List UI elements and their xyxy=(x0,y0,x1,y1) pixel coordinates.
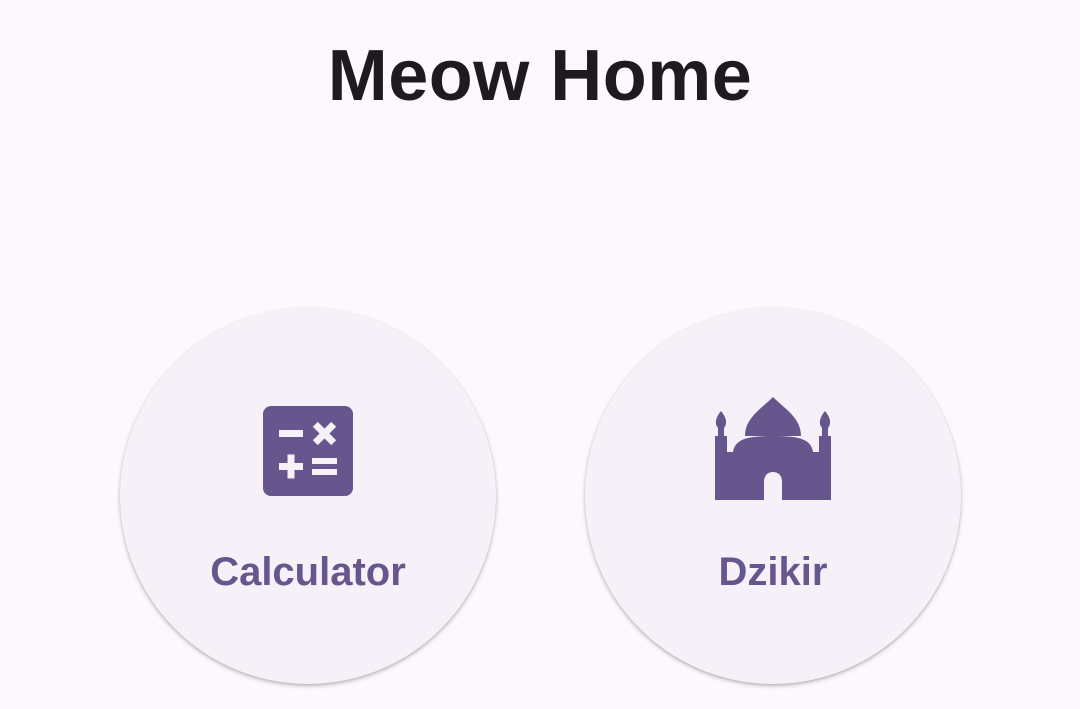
calculator-button[interactable]: Calculator xyxy=(120,308,496,684)
calculator-icon xyxy=(263,406,353,496)
dzikir-label: Dzikir xyxy=(718,550,828,594)
page-title: Meow Home xyxy=(327,36,753,116)
mosque-icon xyxy=(715,397,831,500)
calculator-label: Calculator xyxy=(210,550,406,594)
home-screen: Meow Home Calculator Dzikir xyxy=(0,0,1080,709)
dzikir-button[interactable]: Dzikir xyxy=(585,308,961,684)
